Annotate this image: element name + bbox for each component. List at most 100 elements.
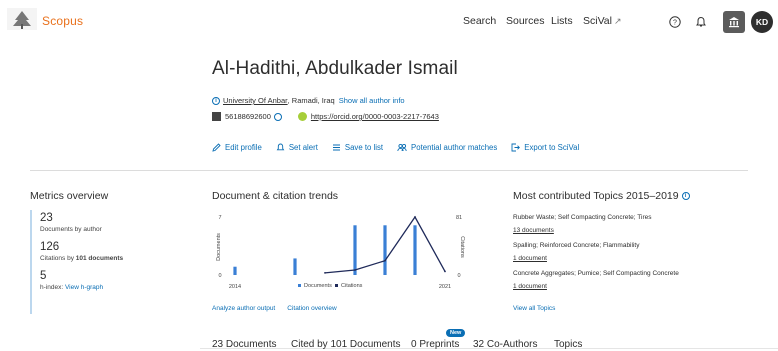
institution-icon[interactable] <box>723 11 745 33</box>
documents-bar <box>383 225 387 275</box>
export-icon <box>511 143 521 152</box>
topic-item: Rubber Waste; Self Compacting Concrete; … <box>513 214 651 234</box>
documents-bar <box>413 225 417 275</box>
citations-point <box>384 259 386 262</box>
orcid-icon <box>297 112 307 121</box>
topics-title-text: Most contributed Topics 2015–2019 <box>513 190 679 202</box>
user-avatar[interactable]: KD <box>751 11 773 33</box>
topic-name: Concrete Aggregates; Pumice; Self Compac… <box>513 270 679 277</box>
affiliation-link[interactable]: University Of Anbar <box>223 96 288 105</box>
elsevier-logo[interactable] <box>7 8 37 30</box>
metrics-overview-panel: 23 Documents by author 126 Citations by … <box>30 210 160 314</box>
bell-icon <box>276 143 285 151</box>
pencil-icon <box>212 143 221 152</box>
section-divider <box>30 170 748 171</box>
legend-label-documents: Documents <box>304 283 332 289</box>
topic-item: Concrete Aggregates; Pumice; Self Compac… <box>513 270 679 290</box>
edit-profile-button[interactable]: Edit profile <box>212 143 262 152</box>
save-to-list-label: Save to list <box>344 143 384 152</box>
documents-bar <box>293 258 297 275</box>
legend-swatch-citations <box>335 284 338 287</box>
topic-documents-link[interactable]: 1 document <box>513 283 679 290</box>
document-citation-trends-chart: Documents Citations 7 0 81 0 2014 2021 Documents… <box>216 215 465 290</box>
y-right-tick: 81 <box>456 215 462 221</box>
citation-overview-link[interactable]: Citation overview <box>287 305 337 312</box>
citations-point <box>444 270 446 273</box>
h-index-value: 5 <box>40 270 47 282</box>
documents-bar <box>233 266 237 275</box>
bell-icon[interactable] <box>690 11 712 33</box>
people-icon <box>397 143 407 152</box>
nav-search[interactable]: Search <box>463 15 496 27</box>
x-tick-label: 2014 <box>229 284 241 290</box>
nav-scival-label: SciVal <box>583 15 612 27</box>
tab-co-authors[interactable]: 32 Co-Authors <box>473 339 537 350</box>
citations-label-documents: 101 documents <box>75 255 124 262</box>
nav-sources[interactable]: Sources <box>506 15 545 27</box>
scopus-brand[interactable]: Scopus <box>42 14 83 28</box>
y-left-tick: 7 <box>218 215 221 221</box>
info-icon[interactable] <box>273 112 282 121</box>
topic-name: Rubber Waste; Self Compacting Concrete; … <box>513 214 652 221</box>
y-right-tick: 0 <box>457 273 460 279</box>
citations-point <box>354 269 356 271</box>
nav-scival[interactable]: SciVal ↗ <box>583 15 622 27</box>
orcid-link[interactable]: https://orcid.org/0000-0003-2217-7643 <box>311 112 439 121</box>
documents-count-label: Documents by author <box>40 226 102 233</box>
scopus-id-icon <box>212 112 221 121</box>
citations-label-prefix: Citations by <box>40 255 76 262</box>
top-header: Scopus Search Sources Lists SciVal ↗ ? KD <box>0 0 778 44</box>
legend-swatch-documents <box>298 284 301 287</box>
save-to-list-button[interactable]: Save to list <box>332 143 383 152</box>
analyze-author-output-link[interactable]: Analyze author output <box>212 305 275 312</box>
topic-documents-link[interactable]: 13 documents <box>513 227 651 234</box>
author-actions: Edit profile Set alert Save to list Pote… <box>212 143 593 152</box>
export-to-scival-button[interactable]: Export to SciVal <box>511 143 579 152</box>
tab-cited-by[interactable]: Cited by 101 Documents <box>291 339 401 350</box>
legend-label-citations: Citations <box>341 283 363 289</box>
info-icon[interactable]: i <box>681 192 690 200</box>
topic-documents-link[interactable]: 1 document <box>513 255 639 262</box>
y-left-tick: 0 <box>218 273 221 279</box>
svg-text:?: ? <box>673 20 677 27</box>
export-to-scival-label: Export to SciVal <box>524 143 580 152</box>
chart-links: Analyze author output Citation overview <box>212 305 349 312</box>
nav-lists[interactable]: Lists <box>551 15 573 27</box>
potential-author-matches-label: Potential author matches <box>411 143 498 152</box>
affiliation-location: , Ramadi, Iraq <box>287 96 335 105</box>
author-name: Al-Hadithi, Abdulkader Ismail <box>212 58 458 79</box>
affiliation-row: i University Of Anbar , Ramadi, Iraq Sho… <box>212 96 405 105</box>
h-index-label: h-index: <box>40 284 64 291</box>
show-all-author-info-link[interactable]: Show all author info <box>339 96 405 105</box>
help-icon[interactable]: ? <box>664 11 686 33</box>
identifier-row: 56188692600 https://orcid.org/0000-0003-… <box>212 112 439 121</box>
view-all-topics-link[interactable]: View all Topics <box>513 305 555 312</box>
topics-title: Most contributed Topics 2015–2019 i <box>513 190 690 202</box>
potential-author-matches-button[interactable]: Potential author matches <box>397 143 497 152</box>
y-axis-label-citations: Citations <box>459 236 465 258</box>
tab-preprints[interactable]: 0 Preprints <box>411 339 459 350</box>
tab-documents[interactable]: 23 Documents <box>212 339 276 351</box>
h-index-label-row: h-index: View h-graph <box>40 284 160 291</box>
citations-count-label: Citations by 101 documents <box>40 255 160 262</box>
topic-name: Spalling; Reinforced Concrete; Flammabil… <box>513 242 640 249</box>
x-tick-label: 2021 <box>439 284 451 290</box>
list-icon <box>332 144 340 151</box>
new-badge: New <box>446 329 466 337</box>
citations-point <box>414 216 416 218</box>
set-alert-button[interactable]: Set alert <box>276 143 318 152</box>
info-icon: i <box>212 96 220 105</box>
external-link-icon: ↗ <box>613 16 622 26</box>
y-axis-label-documents: Documents <box>216 233 222 261</box>
citations-count: 126 <box>40 241 60 253</box>
view-h-graph-link[interactable]: View h-graph <box>65 284 103 291</box>
edit-profile-label: Edit profile <box>225 143 262 152</box>
documents-bar <box>353 225 357 275</box>
set-alert-label: Set alert <box>288 143 318 152</box>
citations-point <box>324 271 326 274</box>
tab-topics[interactable]: Topics <box>554 339 582 350</box>
topic-item: Spalling; Reinforced Concrete; Flammabil… <box>513 242 639 262</box>
scopus-author-id: 56188692600 <box>225 112 271 121</box>
metrics-overview-title: Metrics overview <box>30 190 109 202</box>
documents-count: 23 <box>40 212 53 224</box>
